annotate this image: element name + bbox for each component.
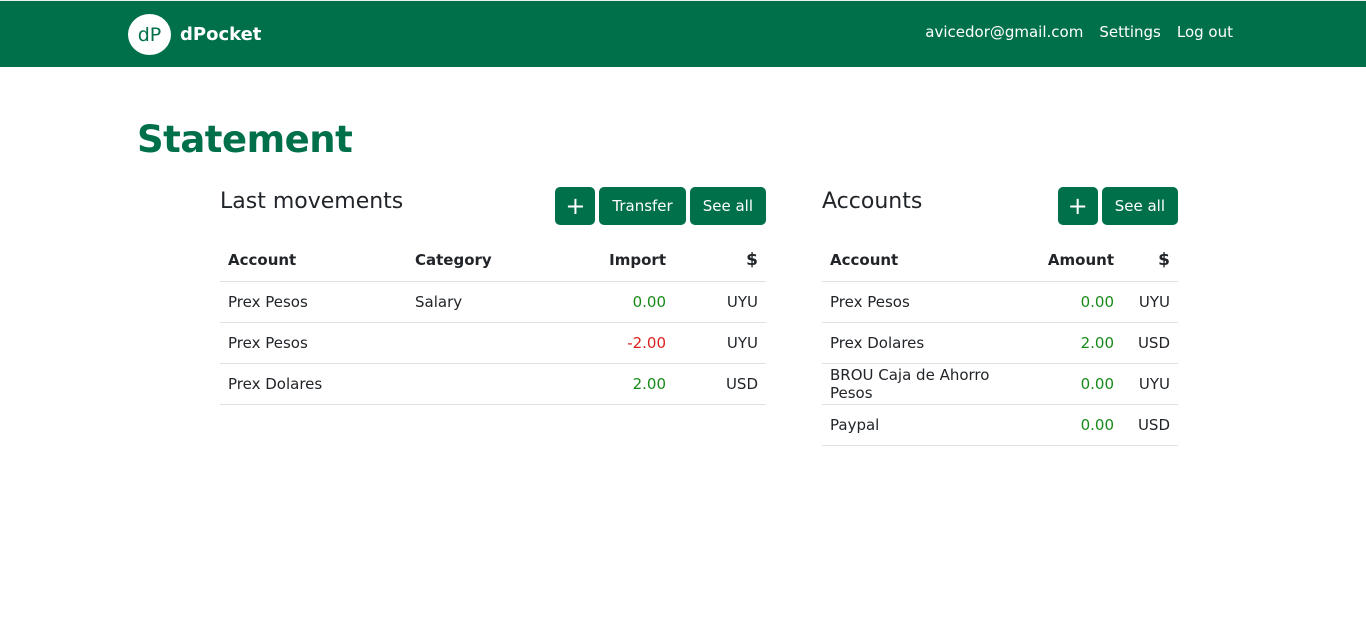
- table-header-row: Account Amount $: [822, 239, 1178, 282]
- cell-account: Prex Pesos: [220, 281, 407, 323]
- column-header-currency: $: [674, 239, 766, 282]
- cell-currency: UYU: [674, 322, 766, 364]
- cell-category: [407, 322, 567, 364]
- cell-currency: UYU: [674, 281, 766, 323]
- top-navbar: dP dPocket avicedor@gmail.com Settings L…: [0, 0, 1366, 67]
- user-email-link[interactable]: avicedor@gmail.com: [925, 23, 1083, 41]
- cell-amount: 0.00: [1032, 363, 1122, 405]
- table-row[interactable]: Prex Dolares 2.00 USD: [220, 363, 766, 405]
- table-header-row: Account Category Import $: [220, 239, 766, 282]
- cell-amount: 0.00: [1032, 404, 1122, 446]
- see-all-accounts-button[interactable]: See all: [1101, 187, 1178, 225]
- column-header-currency: $: [1122, 239, 1178, 282]
- logo-icon: dP: [128, 14, 171, 55]
- see-all-movements-button[interactable]: See all: [689, 187, 766, 225]
- cell-account: Prex Dolares: [822, 322, 1032, 364]
- cell-currency: USD: [1122, 322, 1178, 364]
- cell-amount: 0.00: [1032, 281, 1122, 323]
- column-header-import: Import: [567, 239, 674, 282]
- cell-currency: UYU: [1122, 281, 1178, 323]
- column-header-amount: Amount: [1032, 239, 1122, 282]
- cell-category: Salary: [407, 281, 567, 323]
- cell-currency: USD: [674, 363, 766, 405]
- cell-account: Prex Dolares: [220, 363, 407, 405]
- cell-import: 0.00: [567, 281, 674, 323]
- cell-account: Paypal: [822, 404, 1032, 446]
- accounts-panel: Accounts + See all Account Amount $ Prex…: [822, 187, 1178, 446]
- last-movements-panel: Last movements + Transfer See all Accoun…: [220, 187, 766, 405]
- settings-link[interactable]: Settings: [1099, 23, 1161, 41]
- cell-import: 2.00: [567, 363, 674, 405]
- cell-currency: USD: [1122, 404, 1178, 446]
- logout-link[interactable]: Log out: [1177, 23, 1233, 41]
- add-account-button[interactable]: +: [1057, 187, 1098, 225]
- page-title: Statement: [137, 118, 353, 161]
- cell-currency: UYU: [1122, 363, 1178, 405]
- add-movement-button[interactable]: +: [555, 187, 596, 225]
- nav-links: avicedor@gmail.com Settings Log out: [925, 23, 1233, 41]
- table-row[interactable]: Prex Pesos -2.00 UYU: [220, 322, 766, 364]
- transfer-button[interactable]: Transfer: [599, 187, 686, 225]
- brand[interactable]: dP dPocket: [128, 14, 261, 55]
- table-row[interactable]: BROU Caja de Ahorro Pesos 0.00 UYU: [822, 363, 1178, 405]
- brand-name[interactable]: dPocket: [180, 24, 261, 45]
- table-row[interactable]: Prex Dolares 2.00 USD: [822, 322, 1178, 364]
- accounts-table: Account Amount $ Prex Pesos 0.00 UYU Pre…: [822, 239, 1178, 446]
- table-row[interactable]: Prex Pesos 0.00 UYU: [822, 281, 1178, 323]
- accounts-title: Accounts: [822, 189, 923, 214]
- cell-import: -2.00: [567, 322, 674, 364]
- cell-amount: 2.00: [1032, 322, 1122, 364]
- cell-category: [407, 363, 567, 405]
- cell-account: BROU Caja de Ahorro Pesos: [822, 363, 1032, 405]
- cell-account: Prex Pesos: [220, 322, 407, 364]
- table-row[interactable]: Prex Pesos Salary 0.00 UYU: [220, 281, 766, 323]
- table-row[interactable]: Paypal 0.00 USD: [822, 404, 1178, 446]
- movements-table: Account Category Import $ Prex Pesos Sal…: [220, 239, 766, 405]
- column-header-account: Account: [220, 239, 407, 282]
- column-header-account: Account: [822, 239, 1032, 282]
- cell-account: Prex Pesos: [822, 281, 1032, 323]
- last-movements-title: Last movements: [220, 189, 404, 214]
- column-header-category: Category: [407, 239, 567, 282]
